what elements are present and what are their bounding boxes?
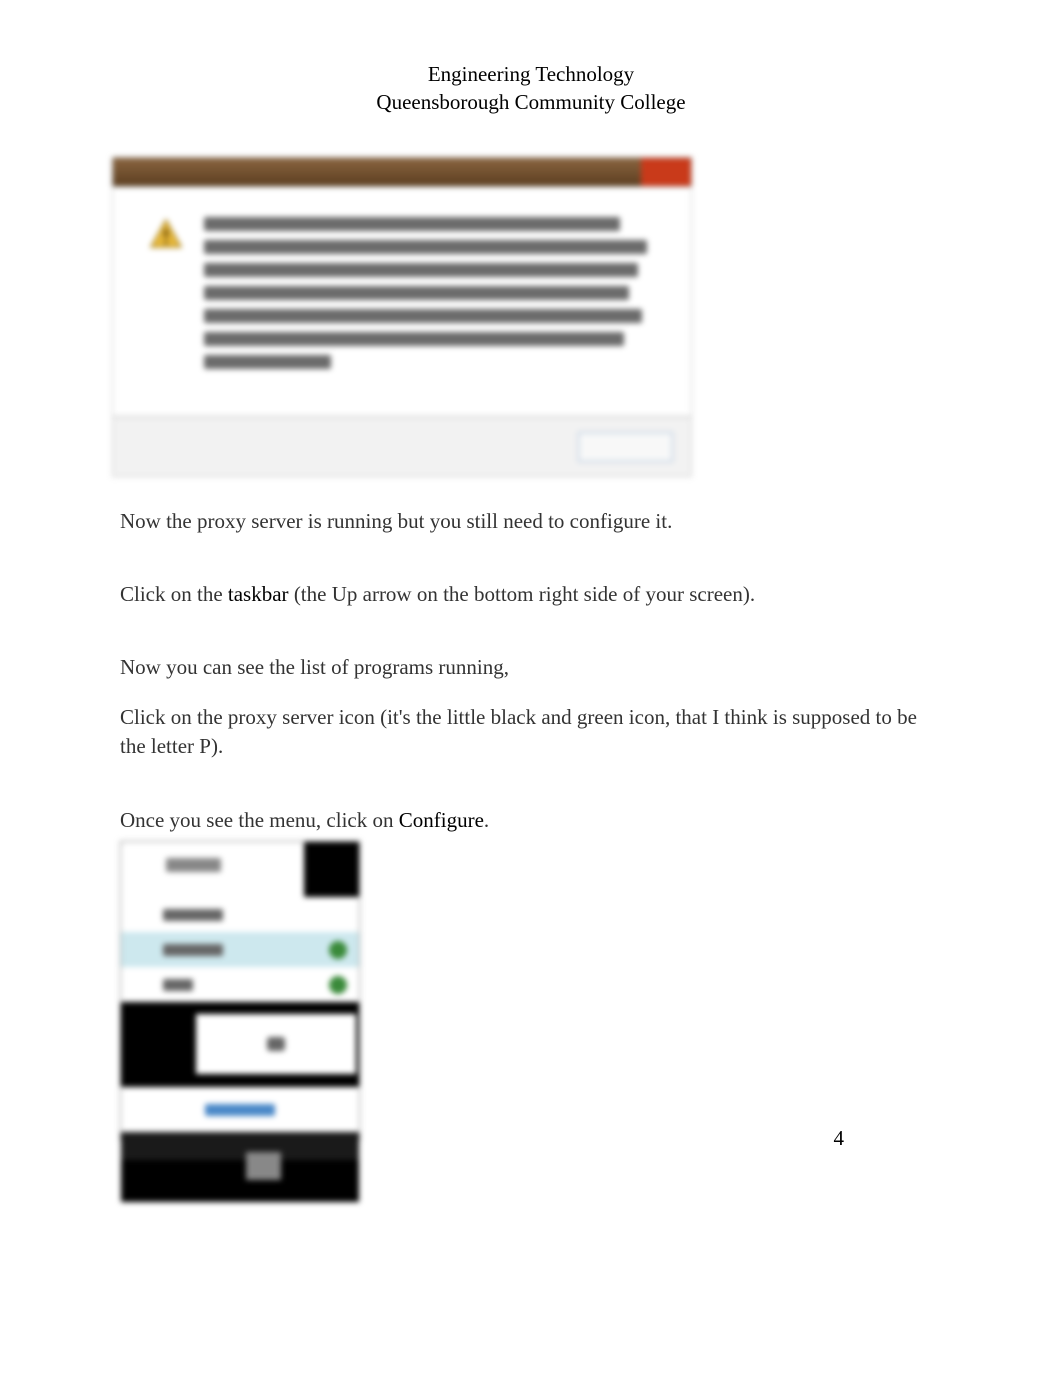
menu-link	[205, 1104, 275, 1116]
p5-part-a: Once you see the menu, click on	[120, 808, 399, 832]
menu-bottom	[121, 1132, 359, 1202]
p5-emph-configure: Configure	[399, 808, 484, 832]
dialog-titlebar	[112, 157, 692, 187]
ok-button	[578, 432, 673, 462]
header-line-1: Engineering Technology	[120, 60, 942, 88]
status-dot-icon	[329, 941, 347, 959]
p2-part-a: Click on the	[120, 582, 228, 606]
menu-top	[121, 842, 359, 897]
paragraph-1: Now the proxy server is running but you …	[120, 507, 942, 536]
paragraph-4: Click on the proxy server icon (it's the…	[120, 703, 942, 762]
dialog-screenshot	[112, 157, 692, 477]
document-page: Engineering Technology Queensborough Com…	[0, 0, 1062, 1141]
p2-part-b: (the Up arrow on the bottom right side o…	[289, 582, 756, 606]
p5-part-b: .	[484, 808, 489, 832]
dialog-text-block	[204, 217, 656, 396]
warning-icon	[148, 217, 184, 253]
menu-row-highlighted	[121, 932, 359, 967]
status-dot-icon	[329, 976, 347, 994]
menu-row	[121, 967, 359, 1002]
paragraph-5: Once you see the menu, click on Configur…	[120, 806, 942, 835]
menu-screenshot	[120, 841, 360, 1141]
close-icon	[641, 158, 691, 186]
page-number: 4	[834, 1126, 845, 1151]
menu-link-row	[121, 1087, 359, 1132]
menu-row	[121, 897, 359, 932]
paragraph-3: Now you can see the list of programs run…	[120, 653, 942, 682]
dialog-footer	[112, 417, 692, 477]
page-header: Engineering Technology Queensborough Com…	[120, 60, 942, 117]
menu-mid	[121, 1002, 359, 1087]
dialog-body	[112, 187, 692, 417]
header-line-2: Queensborough Community College	[120, 88, 942, 116]
p2-emph-taskbar: taskbar	[228, 582, 289, 606]
paragraph-2: Click on the taskbar (the Up arrow on th…	[120, 580, 942, 609]
